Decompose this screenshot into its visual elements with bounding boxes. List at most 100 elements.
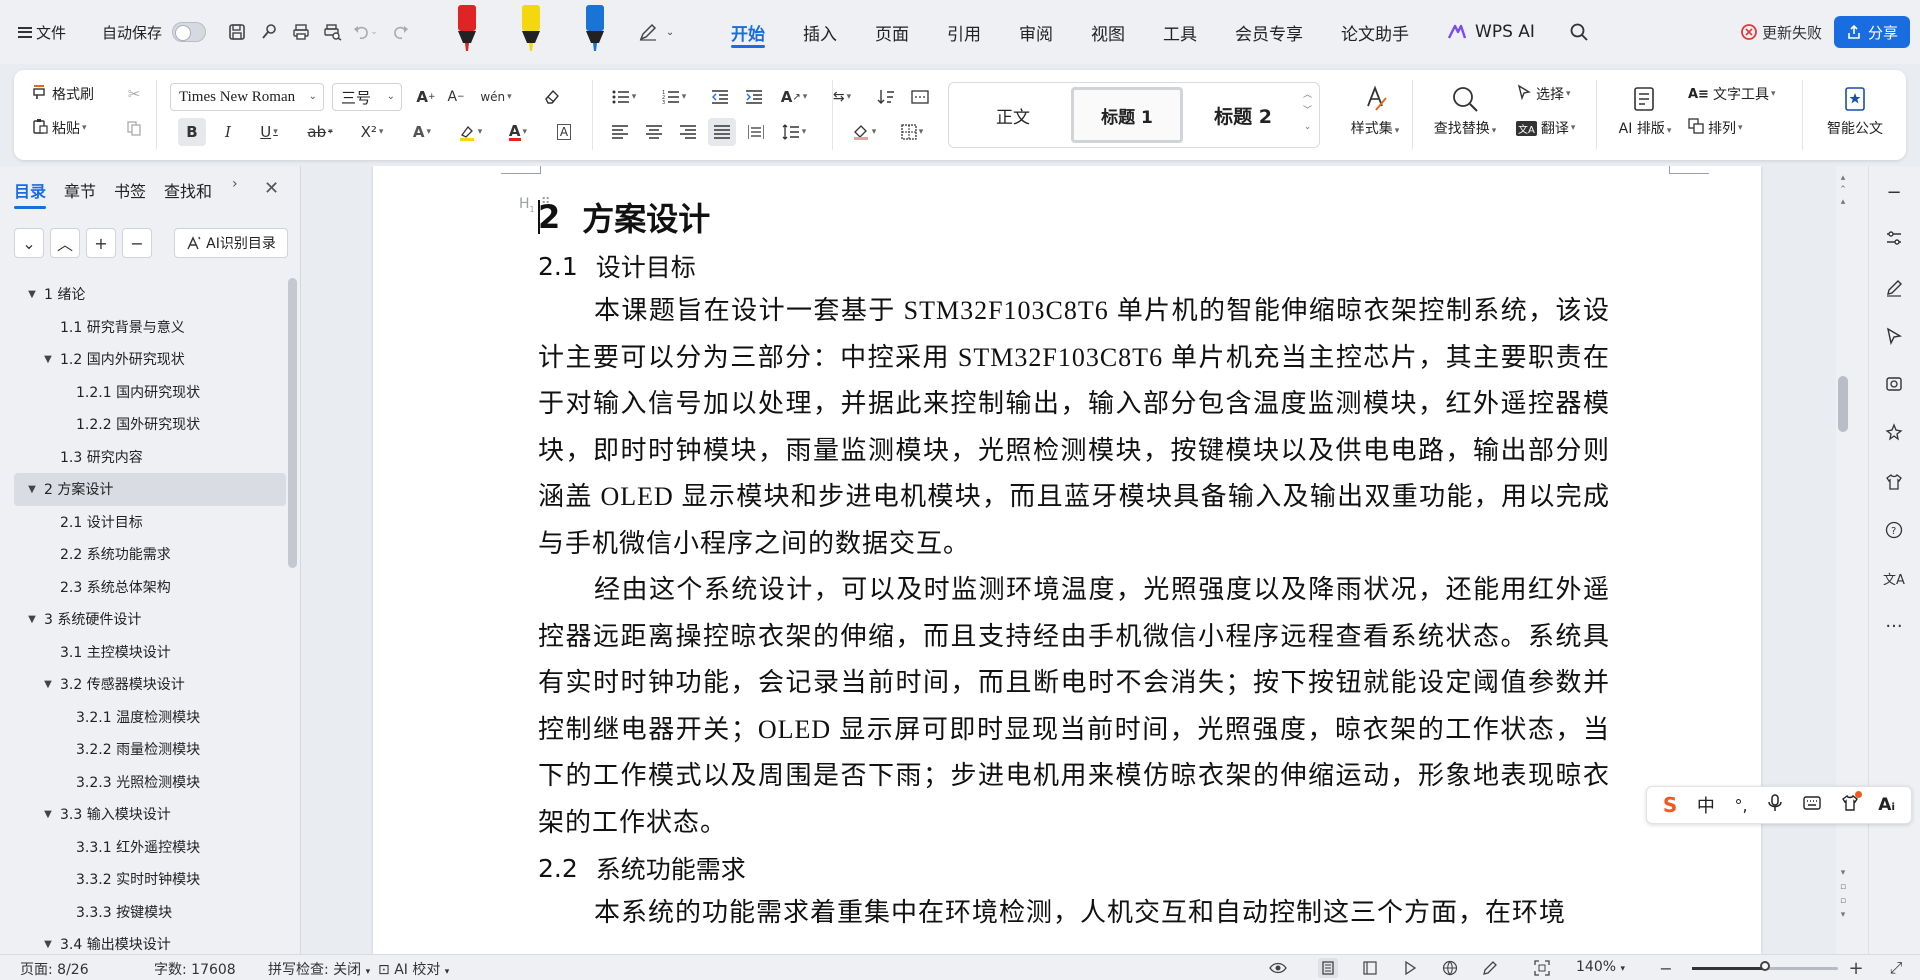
line-spacing-icon[interactable]: ▾ — [776, 118, 812, 146]
paragraph[interactable]: 本系统的功能需求着重集中在环境检测，人机交互和自动控制这三个方面，在环境 — [538, 890, 1610, 937]
copy-icon[interactable] — [120, 114, 148, 142]
phonetic-guide-icon[interactable]: wén ▾ — [476, 83, 516, 111]
expand-triangle-icon[interactable]: ▼ — [40, 679, 56, 690]
underline-button[interactable]: U ▾ — [250, 118, 288, 146]
toc-item[interactable]: ▼ 3.2 传感器模块设计 — [14, 668, 286, 701]
print-preview-icon[interactable] — [320, 19, 346, 45]
paragraph[interactable]: 本课题旨在设计一套基于 STM32F103C8T6 单片机的智能伸缩晾衣架控制系… — [538, 288, 1610, 567]
style-set-button[interactable]: 样式集 ▾ — [1336, 80, 1414, 150]
italic-button[interactable]: I — [214, 118, 242, 146]
zoom-level[interactable]: 140% ▾ — [1576, 959, 1625, 975]
autosave-toggle[interactable] — [172, 22, 207, 42]
toc-item[interactable]: ▼ 2 方案设计 — [14, 473, 286, 506]
toc-item[interactable]: 3.1 主控模块设计 — [14, 636, 286, 669]
arrange-button[interactable]: 排列 ▾ — [1688, 118, 1743, 138]
collapse-up-icon[interactable]: ︿ — [50, 228, 80, 258]
toc-item[interactable]: ▼ 3 系统硬件设计 — [14, 603, 286, 636]
scroll-down-icon[interactable]: ▾ ▫ ▫ ▾ — [1836, 866, 1850, 922]
borders-icon[interactable]: ▾ — [894, 118, 930, 146]
tab-chapters[interactable]: 章节 — [64, 178, 96, 202]
shading-icon[interactable]: ▾ — [846, 118, 882, 146]
font-size-select[interactable]: 三号 ⌄ — [332, 83, 402, 111]
zoom-in-icon[interactable]: + — [1846, 958, 1866, 979]
word-count[interactable]: 字数: 17608 — [154, 959, 236, 979]
undo-icon[interactable]: ⌄ — [352, 19, 378, 45]
scroll-thumb[interactable] — [1838, 376, 1848, 432]
search-icon[interactable] — [1566, 19, 1592, 45]
tab-find[interactable]: 查找和 — [164, 178, 212, 202]
file-menu[interactable]: 文件 — [18, 22, 66, 43]
expand-triangle-icon[interactable]: ▼ — [24, 289, 40, 300]
text-tools-button[interactable]: A≡ 文字工具 ▾ — [1688, 84, 1776, 104]
ime-language-toggle[interactable]: 中 — [1697, 792, 1715, 818]
collapse-down-icon[interactable]: ⌄ — [14, 228, 44, 258]
toc-item[interactable]: 1.3 研究内容 — [14, 441, 286, 474]
toc-item[interactable]: 1.1 研究背景与意义 — [14, 311, 286, 344]
grow-font-icon[interactable]: A + — [412, 83, 440, 111]
keyboard-icon[interactable] — [1803, 795, 1821, 816]
adjust-settings-icon[interactable] — [1880, 224, 1908, 252]
zoom-out-icon[interactable]: − — [1656, 958, 1676, 978]
tab-wps-ai[interactable]: WPS AI — [1428, 0, 1554, 64]
redo-icon[interactable] — [388, 19, 414, 45]
justify-icon[interactable] — [708, 118, 736, 146]
toc-scrollbar[interactable] — [288, 278, 297, 568]
character-border-icon[interactable]: A — [550, 118, 578, 146]
text-effect-icon[interactable]: A ▾ — [402, 118, 442, 146]
tab-bookmarks[interactable]: 书签 — [114, 178, 146, 202]
increase-indent-icon[interactable] — [740, 83, 768, 111]
toc-item[interactable]: 3.3.1 红外遥控模块 — [14, 831, 286, 864]
shirt-icon[interactable] — [1880, 468, 1908, 496]
align-left-icon[interactable] — [606, 118, 634, 146]
toc-item[interactable]: 2.2 系统功能需求 — [14, 538, 286, 571]
style-heading-1[interactable]: 标题 1 — [1071, 87, 1183, 143]
clear-format-icon[interactable] — [538, 83, 566, 111]
link-icon[interactable] — [256, 19, 282, 45]
text-direction-icon[interactable]: A ↗ ▾ — [776, 83, 812, 111]
tab-toc[interactable]: 目录 — [14, 178, 47, 209]
toc-item[interactable]: 2.3 系统总体架构 — [14, 571, 286, 604]
punctuation-icon[interactable]: °, — [1735, 796, 1748, 815]
bold-button[interactable]: B — [178, 118, 206, 146]
share-button[interactable]: 分享 — [1833, 16, 1910, 48]
web-view-icon[interactable] — [1440, 958, 1460, 978]
maximize-icon[interactable]: ⤢ — [1886, 958, 1906, 978]
paste-button[interactable]: 粘贴 ▾ — [32, 118, 87, 138]
expand-triangle-icon[interactable]: ▼ — [24, 484, 40, 495]
smart-doc-button[interactable]: 智能公文 — [1812, 80, 1898, 150]
tab-tools[interactable]: 工具 — [1144, 0, 1216, 64]
toc-item[interactable]: 3.2.2 雨量检测模块 — [14, 733, 286, 766]
format-painter-button[interactable]: 格式刷 — [32, 84, 94, 104]
heading-2-function-requirements[interactable]: 2.2 系统功能需求 — [538, 846, 1610, 890]
cut-icon[interactable]: ✂ — [120, 80, 148, 108]
microphone-icon[interactable] — [1767, 793, 1783, 817]
outline-view-icon[interactable] — [1360, 958, 1380, 978]
expand-triangle-icon[interactable]: ▼ — [40, 809, 56, 820]
yellow-highlighter-marker[interactable] — [500, 5, 562, 59]
tab-thesis-assistant[interactable]: 论文助手 — [1322, 0, 1428, 64]
highlight-color-icon[interactable]: ▾ — [450, 118, 490, 146]
expand-triangle-icon[interactable]: ▼ — [40, 354, 56, 365]
zoom-slider-knob[interactable] — [1760, 961, 1770, 971]
toc-item[interactable]: ▼ 1 绪论 — [14, 278, 286, 311]
save-icon[interactable] — [224, 19, 250, 45]
tab-reference[interactable]: 引用 — [928, 0, 1000, 64]
tab-home[interactable]: 开始 — [712, 0, 784, 64]
page-view-icon[interactable] — [1318, 958, 1338, 978]
pen-mode-icon[interactable] — [1480, 958, 1500, 978]
play-icon[interactable] — [1400, 958, 1420, 978]
heading-2-design-goal[interactable]: 2.1 设计目标 — [538, 244, 1610, 288]
help-icon[interactable]: ? — [1880, 516, 1908, 544]
pointer-icon[interactable] — [1880, 322, 1908, 350]
collapse-rail-icon[interactable]: − — [1880, 178, 1908, 206]
add-heading-icon[interactable]: + — [86, 228, 116, 258]
toc-item[interactable]: 1.2.1 国内研究现状 — [14, 376, 286, 409]
more-icon[interactable]: ··· — [1880, 612, 1908, 640]
fit-page-icon[interactable] — [1532, 958, 1552, 978]
align-right-icon[interactable] — [674, 118, 702, 146]
tab-review[interactable]: 审阅 — [1000, 0, 1072, 64]
toc-item[interactable]: 3.3.3 按键模块 — [14, 896, 286, 929]
distribute-icon[interactable] — [742, 118, 770, 146]
print-icon[interactable] — [288, 19, 314, 45]
star-sparkle-icon[interactable] — [1880, 418, 1908, 446]
